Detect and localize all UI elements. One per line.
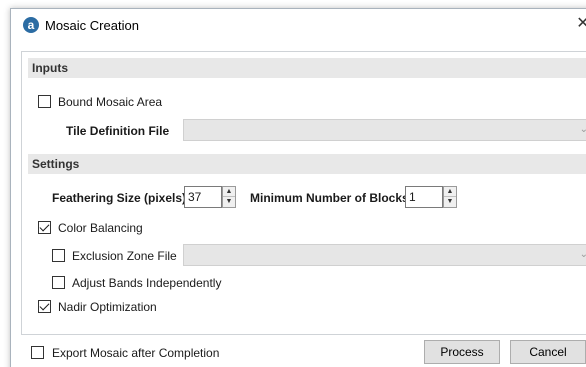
export-mosaic-label: Export Mosaic after Completion — [52, 346, 220, 360]
settings-section-header: Settings — [28, 154, 586, 174]
exclusion-zone-file-label: Exclusion Zone File — [72, 249, 177, 263]
mosaic-creation-dialog: a Mosaic Creation ✕ Inputs Bound Mosaic … — [10, 8, 586, 367]
bound-mosaic-area-label: Bound Mosaic Area — [58, 95, 163, 109]
adjust-bands-label: Adjust Bands Independently — [72, 276, 222, 290]
spin-down-icon[interactable]: ▼ — [223, 197, 235, 207]
tile-definition-file-label: Tile Definition File — [66, 124, 170, 138]
export-mosaic-checkbox[interactable] — [31, 346, 44, 359]
tile-definition-file-combo[interactable]: ⌄ — [183, 119, 586, 141]
spin-up-icon[interactable]: ▲ — [444, 187, 456, 197]
minimum-blocks-stepper[interactable]: ▲ ▼ — [443, 186, 457, 208]
dialog-title: Mosaic Creation — [45, 18, 139, 33]
dialog-footer: Export Mosaic after Completion Process C… — [11, 339, 586, 367]
bound-mosaic-area-checkbox[interactable] — [38, 95, 51, 108]
cancel-button[interactable]: Cancel — [510, 340, 586, 364]
spin-up-icon[interactable]: ▲ — [223, 187, 235, 197]
chevron-down-icon: ⌄ — [579, 124, 586, 135]
adjust-bands-checkbox[interactable] — [52, 276, 65, 289]
nadir-optimization-checkbox[interactable] — [38, 300, 51, 313]
feathering-size-input[interactable]: 37 — [184, 186, 222, 208]
process-button[interactable]: Process — [424, 340, 500, 364]
feathering-size-label: Feathering Size (pixels) — [52, 191, 187, 205]
chevron-down-icon: ⌄ — [579, 249, 586, 260]
inputs-section-header: Inputs — [28, 58, 586, 78]
spin-down-icon[interactable]: ▼ — [444, 197, 456, 207]
minimum-blocks-input[interactable]: 1 — [405, 186, 443, 208]
close-button[interactable]: ✕ — [573, 14, 586, 34]
title-bar: a Mosaic Creation ✕ — [11, 9, 586, 41]
feathering-size-stepper[interactable]: ▲ ▼ — [222, 186, 236, 208]
exclusion-zone-file-combo[interactable]: ⌄ — [183, 244, 586, 266]
minimum-blocks-label: Minimum Number of Blocks — [250, 191, 409, 205]
color-balancing-label: Color Balancing — [58, 221, 143, 235]
exclusion-zone-file-checkbox[interactable] — [52, 249, 65, 262]
dialog-content: Inputs Bound Mosaic Area Tile Definition… — [21, 51, 586, 335]
app-logo-icon: a — [23, 17, 39, 33]
nadir-optimization-label: Nadir Optimization — [58, 300, 157, 314]
color-balancing-checkbox[interactable] — [38, 221, 51, 234]
